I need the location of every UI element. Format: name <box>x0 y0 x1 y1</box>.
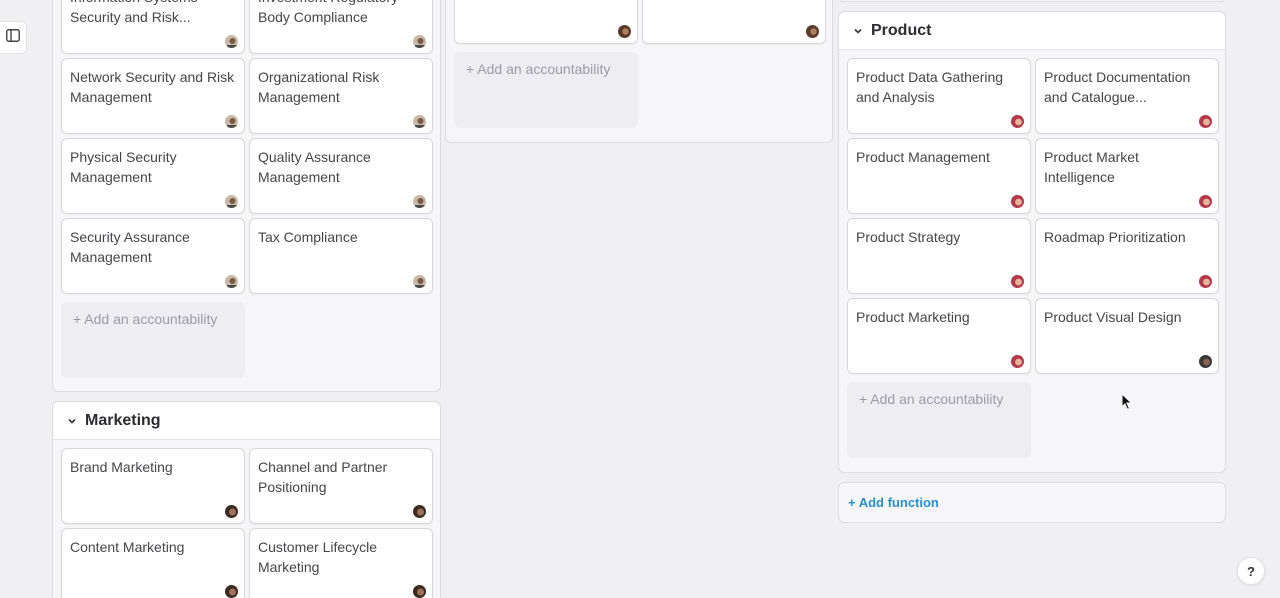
accountability-card[interactable]: Security Assurance Management <box>61 218 245 294</box>
owner-avatar[interactable] <box>1010 274 1025 289</box>
panel-header[interactable]: Product <box>839 12 1225 50</box>
accountability-card[interactable]: Channel and Partner Positioning <box>249 448 433 524</box>
owner-avatar[interactable] <box>1198 194 1213 209</box>
accountability-card[interactable]: Product Documentation and Catalogue... <box>1035 58 1219 134</box>
accountability-card[interactable]: Product Marketing <box>847 298 1031 374</box>
accountability-label: Brand Marketing <box>70 459 173 475</box>
accountability-card[interactable]: Brand Marketing <box>61 448 245 524</box>
accountability-label: Physical Security Management <box>70 149 177 185</box>
accountability-card[interactable]: Product Data Gathering and Analysis <box>847 58 1031 134</box>
accountability-card[interactable]: Tax Compliance <box>249 218 433 294</box>
mouse-cursor-icon <box>1121 392 1133 416</box>
help-button[interactable]: ? <box>1237 557 1265 585</box>
add-function-button[interactable]: + Add function <box>838 482 1226 523</box>
owner-avatar[interactable] <box>412 274 427 289</box>
owner-avatar[interactable] <box>1010 114 1025 129</box>
accountability-card[interactable]: Roadmap Prioritization <box>1035 218 1219 294</box>
owner-avatar[interactable] <box>412 114 427 129</box>
accountability-label: Customer Lifecycle Marketing <box>258 539 378 575</box>
owner-avatar[interactable] <box>412 504 427 519</box>
accountability-card[interactable]: Customer Lifecycle Marketing <box>249 528 433 598</box>
owner-avatar[interactable] <box>412 584 427 598</box>
accountability-card[interactable]: Network Security and Risk Management <box>61 58 245 134</box>
middle-function-panel: + Add an accountability <box>445 0 833 143</box>
accountability-card[interactable]: Product Market Intelligence <box>1035 138 1219 214</box>
accountability-label: Content Marketing <box>70 539 185 555</box>
owner-avatar[interactable] <box>1198 354 1213 369</box>
security-function-panel: Information Systems Security and Risk...… <box>52 0 441 392</box>
accountability-label: Product Management <box>856 149 990 165</box>
chevron-down-icon[interactable] <box>67 416 77 426</box>
accountability-label: Product Visual Design <box>1044 309 1182 325</box>
accountability-label: Investment Regulatory Body Compliance <box>258 0 398 25</box>
accountability-card[interactable]: Information Systems Security and Risk... <box>61 0 245 54</box>
owner-avatar[interactable] <box>1010 194 1025 209</box>
add-accountability-button[interactable]: + Add an accountability <box>61 302 245 378</box>
product-function-panel: Product Product Data Gathering and Analy… <box>838 11 1226 473</box>
accountability-label: Product Strategy <box>856 229 961 245</box>
accountability-card[interactable] <box>454 0 638 44</box>
upper-function-panel <box>838 0 1226 2</box>
accountability-card[interactable]: Organizational Risk Management <box>249 58 433 134</box>
accountability-label: Roadmap Prioritization <box>1044 229 1186 245</box>
accountability-label: Product Marketing <box>856 309 970 325</box>
accountability-label: Organizational Risk Management <box>258 69 380 105</box>
owner-avatar[interactable] <box>805 24 820 39</box>
marketing-function-panel: Marketing Brand Marketing Channel and Pa… <box>52 401 441 598</box>
accountability-card[interactable]: Physical Security Management <box>61 138 245 214</box>
accountability-card[interactable]: Content Marketing <box>61 528 245 598</box>
chevron-down-icon[interactable] <box>853 26 863 36</box>
owner-avatar[interactable] <box>412 34 427 49</box>
owner-avatar[interactable] <box>1010 354 1025 369</box>
owner-avatar[interactable] <box>412 194 427 209</box>
accountability-card[interactable]: Quality Assurance Management <box>249 138 433 214</box>
accountability-label: Tax Compliance <box>258 229 358 245</box>
owner-avatar[interactable] <box>1198 274 1213 289</box>
panel-header[interactable]: Marketing <box>53 402 440 440</box>
accountability-label: Quality Assurance Management <box>258 149 371 185</box>
panel-title: Marketing <box>85 411 161 429</box>
accountability-label: Channel and Partner Positioning <box>258 459 388 495</box>
owner-avatar[interactable] <box>1198 114 1213 129</box>
add-accountability-button[interactable]: + Add an accountability <box>454 52 638 128</box>
owner-avatar[interactable] <box>224 194 239 209</box>
owner-avatar[interactable] <box>224 274 239 289</box>
owner-avatar[interactable] <box>224 34 239 49</box>
owner-avatar[interactable] <box>224 504 239 519</box>
owner-avatar[interactable] <box>617 24 632 39</box>
accountability-card[interactable] <box>642 0 826 44</box>
accountability-label: Product Documentation and Catalogue... <box>1044 69 1191 105</box>
accountability-label: Information Systems Security and Risk... <box>70 0 198 25</box>
add-accountability-button[interactable]: + Add an accountability <box>847 382 1031 458</box>
sidebar-toggle-button[interactable] <box>0 21 27 54</box>
accountability-label: Security Assurance Management <box>70 229 190 265</box>
accountability-card[interactable]: Product Strategy <box>847 218 1031 294</box>
accountability-card[interactable]: Product Visual Design <box>1035 298 1219 374</box>
accountability-label: Product Data Gathering and Analysis <box>856 69 1004 105</box>
accountability-card[interactable]: Product Management <box>847 138 1031 214</box>
accountability-label: Network Security and Risk Management <box>70 69 235 105</box>
owner-avatar[interactable] <box>224 584 239 598</box>
accountability-label: Product Market Intelligence <box>1044 149 1139 185</box>
panel-title: Product <box>871 21 932 39</box>
sidebar-panel-icon <box>6 28 20 47</box>
accountability-card[interactable]: Investment Regulatory Body Compliance <box>249 0 433 54</box>
owner-avatar[interactable] <box>224 114 239 129</box>
